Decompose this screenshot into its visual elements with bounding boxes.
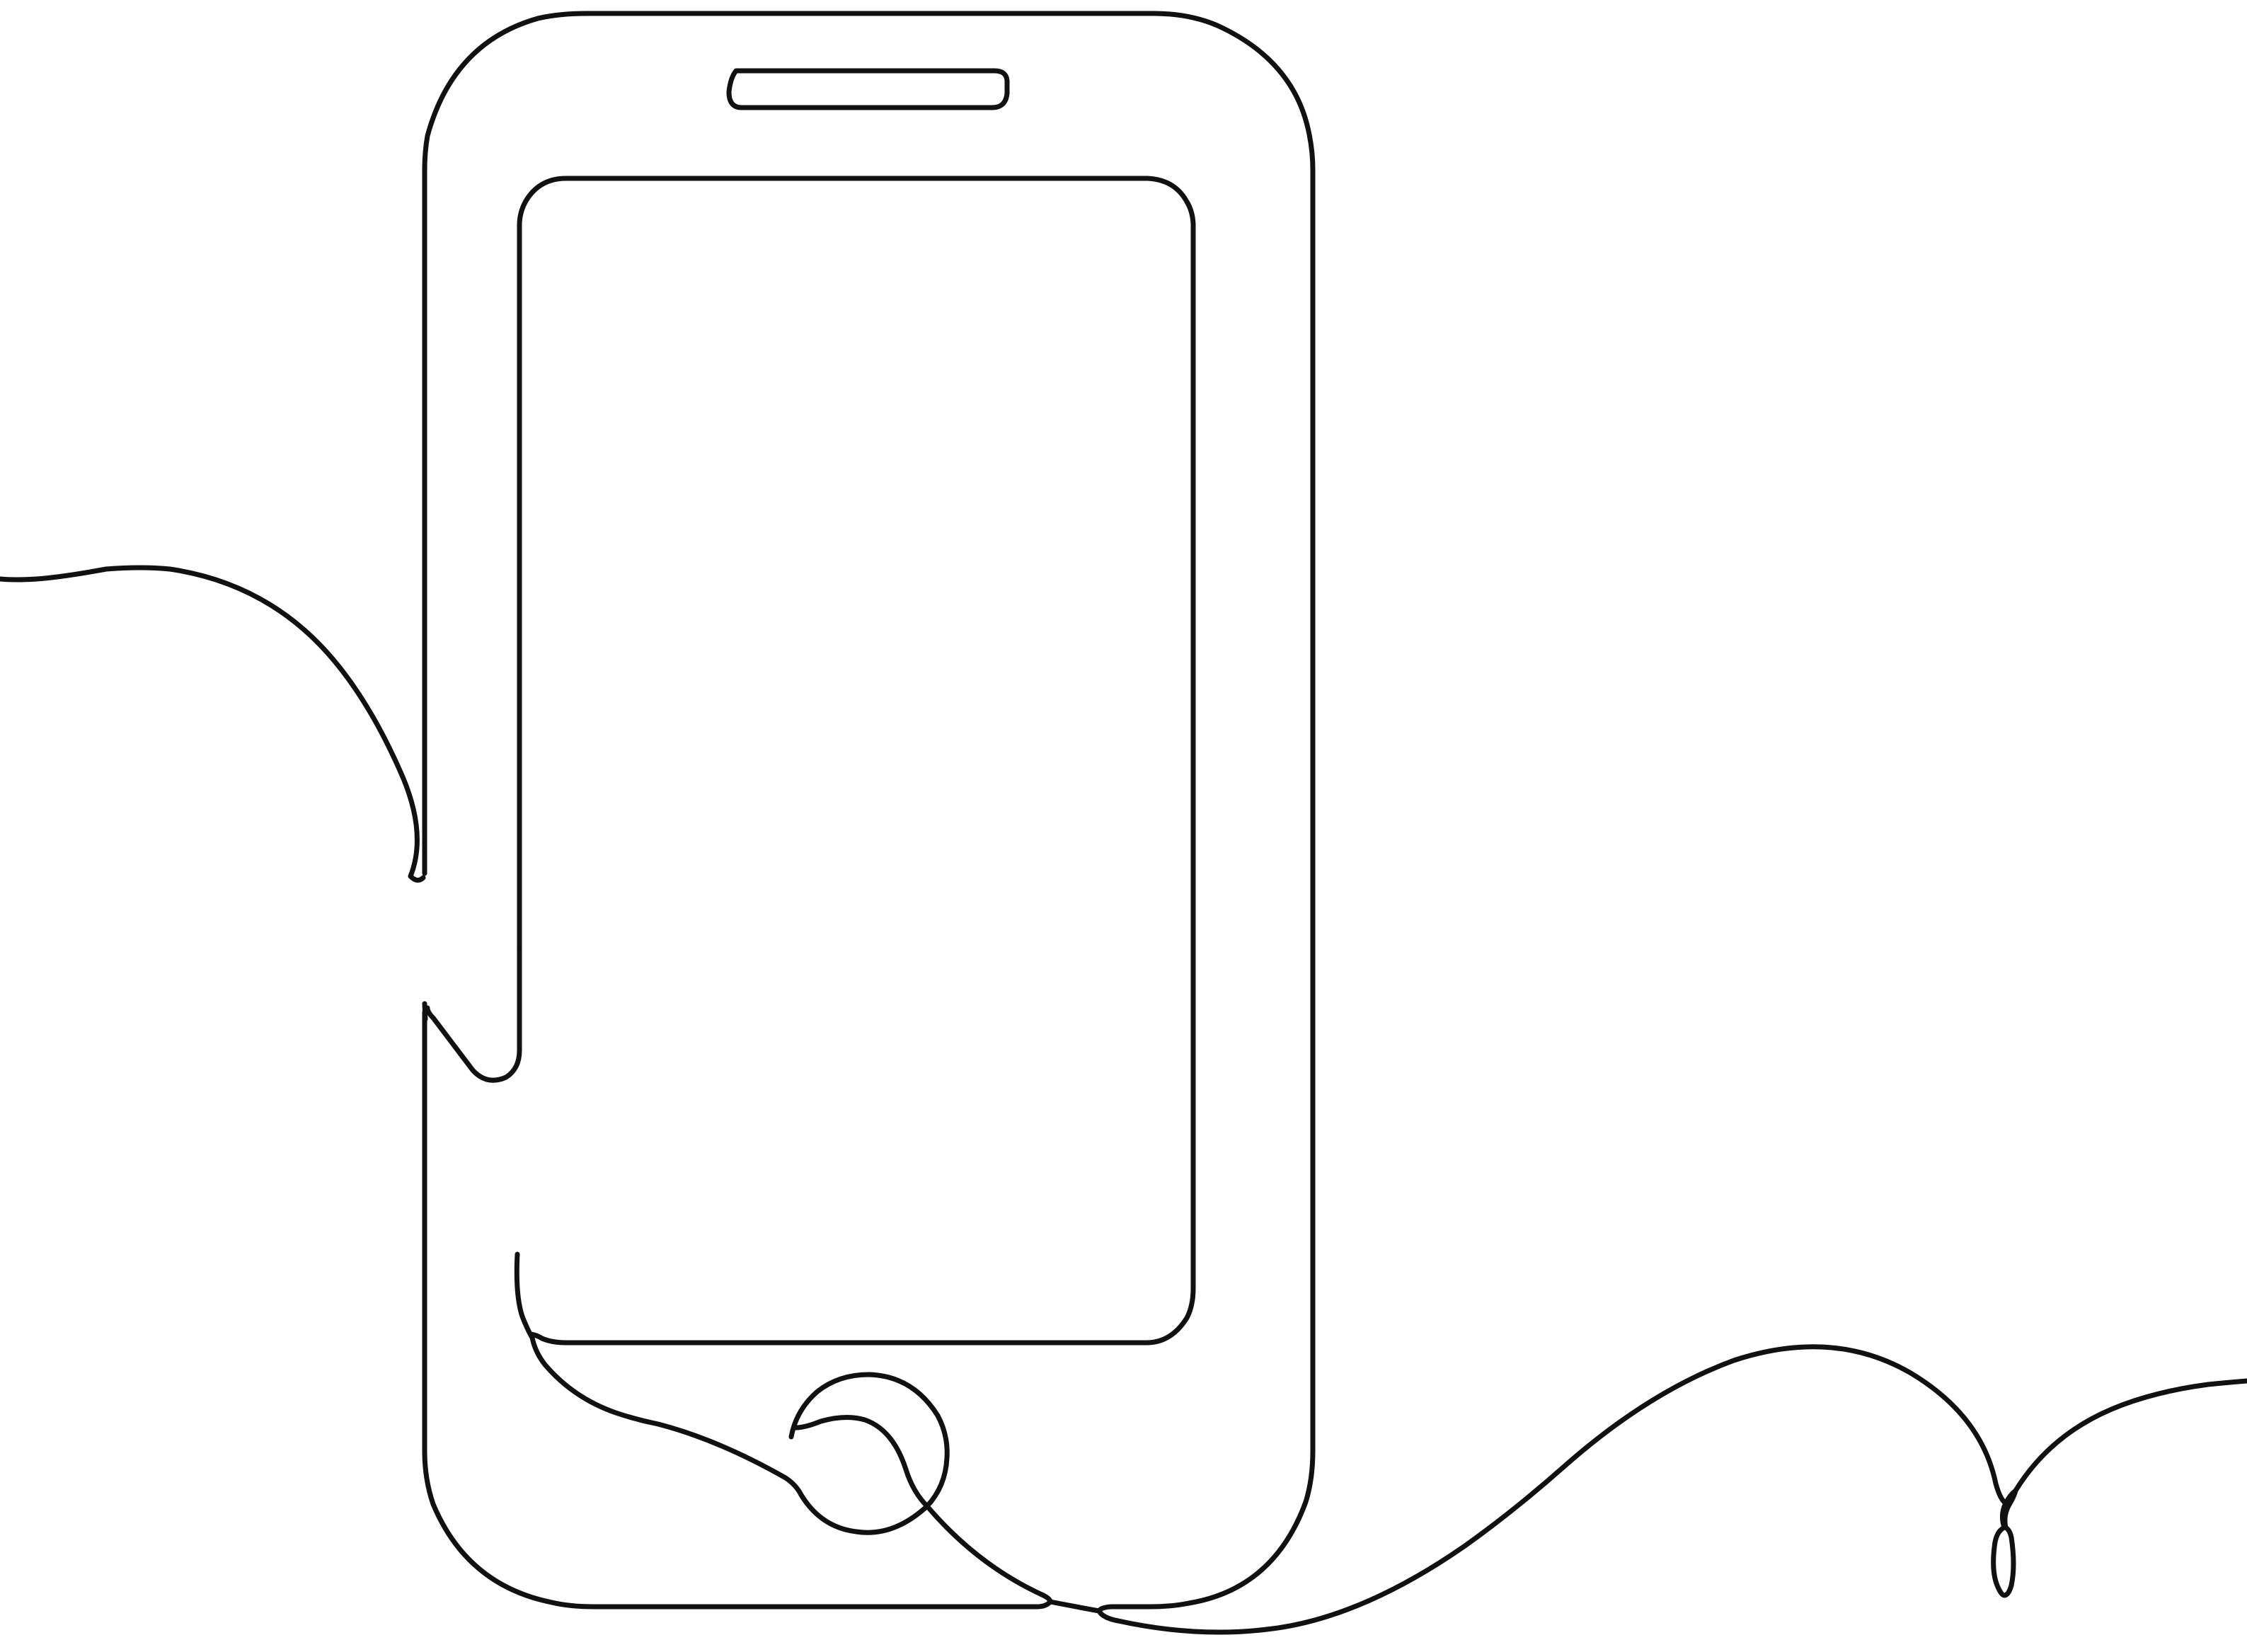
earphone-cable-right — [2003, 1378, 2247, 1506]
phone-line-art-illustration — [0, 11, 2247, 1635]
screen-lower-left-hook — [425, 950, 522, 1083]
earbud-tip — [1991, 1488, 2018, 1598]
phone-outer-body — [422, 11, 1316, 1614]
speaker-slot — [726, 68, 1010, 110]
earphone-cable-left — [0, 565, 426, 883]
home-button-loop — [788, 1372, 950, 1509]
earphone-cable-junction — [924, 1344, 2008, 1635]
screen-frame — [517, 176, 1196, 1346]
earphone-cable-inner — [514, 1251, 930, 1535]
